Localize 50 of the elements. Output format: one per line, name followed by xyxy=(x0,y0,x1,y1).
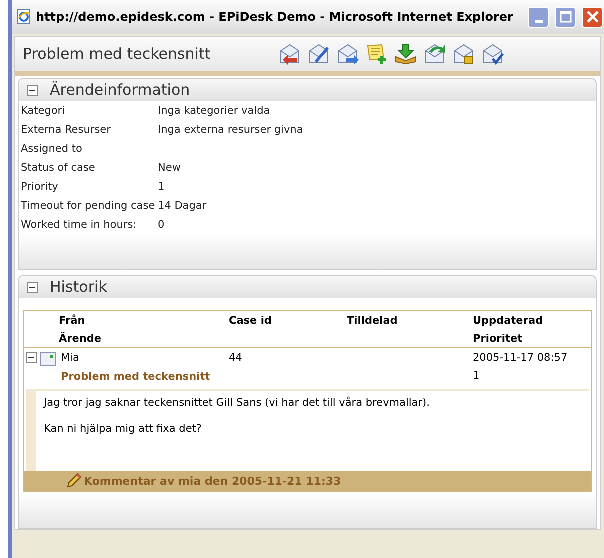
panel-title: Ärendeinformation xyxy=(50,81,190,99)
column-header: Uppdaterad xyxy=(473,315,544,327)
minimize-button[interactable] xyxy=(528,6,550,28)
field-label: Priority xyxy=(21,181,60,195)
collapse-icon[interactable] xyxy=(27,84,38,96)
close-button[interactable] xyxy=(582,6,604,28)
envelope-return-icon[interactable] xyxy=(423,42,447,66)
field-label: Timeout for pending case xyxy=(21,200,156,214)
message-text: Kan ni hjälpa mig att fixa det? xyxy=(44,423,203,435)
inbox-download-icon[interactable] xyxy=(394,42,418,66)
minimize-icon xyxy=(534,20,543,22)
maximize-button[interactable] xyxy=(555,6,576,28)
field-value: Inga kategorier valda xyxy=(158,105,272,119)
collapse-icon[interactable] xyxy=(26,352,37,363)
field-label: Worked time in hours: xyxy=(21,219,138,233)
column-header: Prioritet xyxy=(473,333,524,345)
priority-cell-text: 1 xyxy=(473,370,481,382)
panel-title: Historik xyxy=(50,278,108,296)
envelope-lock-icon[interactable] xyxy=(452,42,476,66)
field-label: Kategori xyxy=(21,105,66,119)
field-value: 0 xyxy=(158,219,166,233)
case-id-cell-text: 44 xyxy=(229,352,244,364)
field-value: 14 Dagar xyxy=(158,200,208,214)
field-value: Inga externa resurser givna xyxy=(158,124,304,138)
message-icon xyxy=(40,352,56,366)
field-value: 1 xyxy=(158,181,166,195)
column-header: Tilldelad xyxy=(347,315,399,327)
field-label: Status of case xyxy=(21,162,96,176)
envelope-reply-icon[interactable] xyxy=(278,42,302,66)
envelope-check-icon[interactable] xyxy=(481,42,505,66)
envelope-forward-icon[interactable] xyxy=(336,42,360,66)
page-title: Problem med teckensnitt xyxy=(23,45,212,63)
column-header: Ärende xyxy=(59,333,103,345)
field-label: Externa Resurser xyxy=(21,124,112,138)
column-header: Från xyxy=(59,315,86,327)
subject-link[interactable]: Problem med teckensnitt xyxy=(61,371,210,383)
pencil-icon xyxy=(66,473,82,489)
envelope-edit-icon[interactable] xyxy=(307,42,331,66)
column-header: Case id xyxy=(229,315,273,327)
sender-cell-text: Mia xyxy=(61,352,80,364)
window-title: http://demo.epidesk.com - EPiDesk Demo - Microsoft Internet Explorer xyxy=(36,10,514,24)
collapse-icon[interactable] xyxy=(27,282,38,292)
close-icon xyxy=(586,10,600,24)
field-label: Assigned to xyxy=(21,143,84,157)
field-value: New xyxy=(158,162,182,176)
note-add-icon[interactable] xyxy=(365,42,389,66)
updated-cell-text: 2005-11-17 08:57 xyxy=(473,352,569,364)
browser-icon xyxy=(16,9,32,25)
maximize-icon xyxy=(560,11,572,23)
message-text: Jag tror jag saknar teckensnittet Gill Sans (vi har det till våra brevmallar). xyxy=(44,397,431,409)
